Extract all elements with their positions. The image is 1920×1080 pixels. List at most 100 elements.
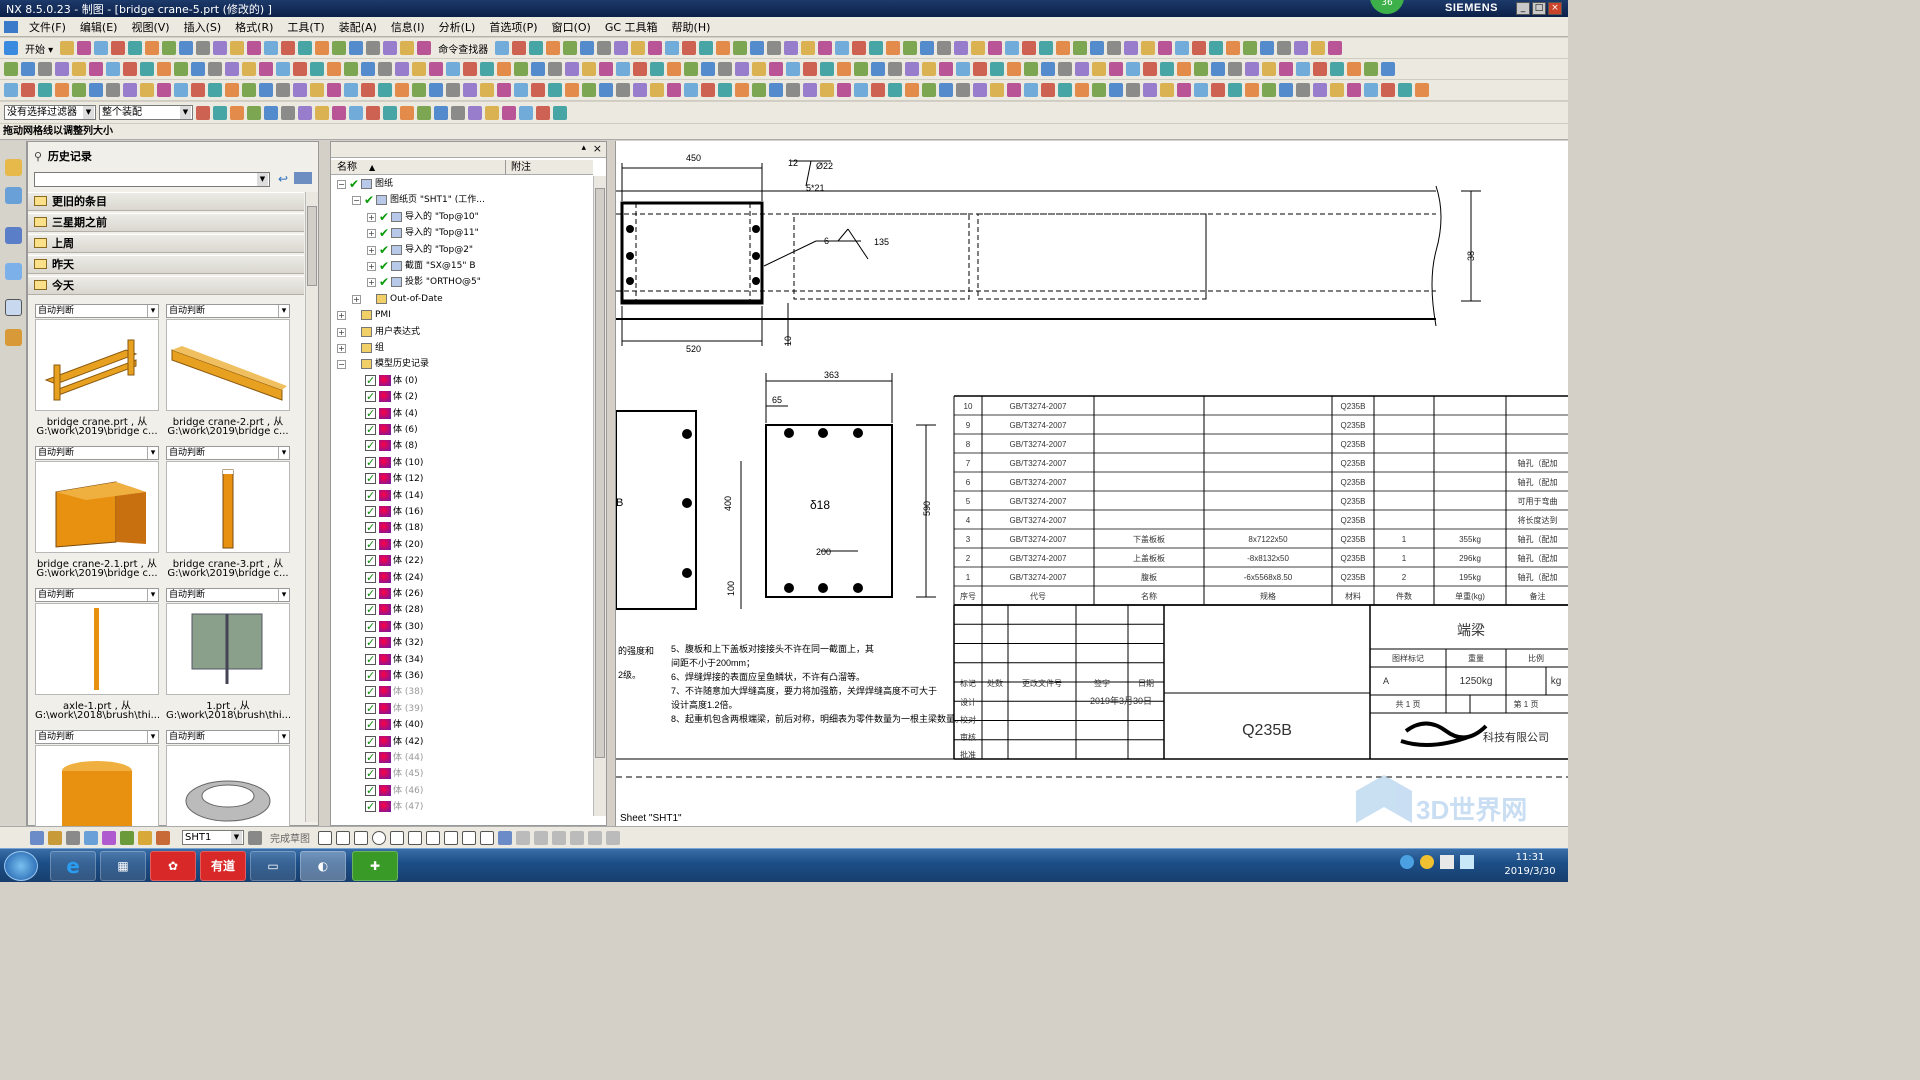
tb4-tool-16-icon[interactable] [468,105,482,120]
tb3-tool-28-icon[interactable] [480,83,494,97]
visibility-checkbox[interactable] [365,455,376,471]
circle-icon[interactable] [372,830,386,845]
constraints-icon[interactable] [606,830,620,845]
arc-icon[interactable] [354,830,368,845]
visibility-checkbox[interactable] [365,553,376,569]
tb1-tool-49-icon[interactable] [954,41,969,55]
visibility-checkbox[interactable] [365,586,376,602]
tb2-tool-28-icon[interactable] [480,62,494,76]
menu-item-11[interactable]: GC 工具箱 [598,19,665,35]
fillet-icon[interactable] [390,830,404,845]
tb3-tool-60-icon[interactable] [1024,83,1038,97]
tb2-tool-7-icon[interactable] [123,62,137,76]
tb1-tool-8-icon[interactable] [196,41,211,55]
body-node[interactable]: 体 (12) [331,471,593,487]
tb4-tool-5-icon[interactable] [281,105,295,120]
tb3-tool-17-icon[interactable] [293,83,307,97]
command-finder-button[interactable]: 命令查找器 [438,41,488,56]
tb1-tool-45-icon[interactable] [886,41,901,55]
tb3-tool-77-icon[interactable] [1313,83,1327,97]
tb2-tool-42-icon[interactable] [718,62,732,76]
menu-item-8[interactable]: 分析(L) [432,19,483,35]
visibility-checkbox[interactable] [365,422,376,438]
nx-taskbar-icon[interactable]: ◐ [300,851,346,881]
tb1-tool-52-icon[interactable] [1005,41,1020,55]
visibility-checkbox[interactable] [365,373,376,389]
tb1-tool-19-icon[interactable] [383,41,398,55]
body-node[interactable]: 体 (36) [331,668,593,684]
history-group-4[interactable]: 今天 [28,276,304,295]
green-app-icon[interactable]: ✚ [352,851,398,881]
tb1-tool-5-icon[interactable] [145,41,160,55]
tb1-tool-33-icon[interactable] [682,41,697,55]
body-node[interactable]: 体 (32) [331,635,593,651]
expand-toggle-icon[interactable]: + [367,229,376,239]
tb1-tool-55-icon[interactable] [1056,41,1071,55]
pin-icon[interactable]: ⚲ [34,150,44,163]
tb1-tool-60-icon[interactable] [1141,41,1156,55]
part-thumbnail[interactable] [35,603,159,695]
tb3-tool-26-icon[interactable] [446,83,460,97]
tb3-tool-30-icon[interactable] [514,83,528,97]
nav-node[interactable]: − ✔ 图纸页 "SHT1" (工作... [331,192,593,208]
tb2-tool-31-icon[interactable] [531,62,545,76]
body-node[interactable]: 体 (47) [331,799,593,815]
tb1-tool-59-icon[interactable] [1124,41,1139,55]
tb2-tool-64-icon[interactable] [1092,62,1106,76]
extend-icon[interactable] [534,830,548,845]
tb4-tool-0-icon[interactable] [196,105,210,120]
tb3-tool-50-icon[interactable] [854,83,868,97]
tb3-tool-16-icon[interactable] [276,83,290,97]
tb2-tool-16-icon[interactable] [276,62,290,76]
nav-node[interactable]: + 组 [331,340,593,356]
tb3-tool-65-icon[interactable] [1109,83,1123,97]
body-node[interactable]: 体 (22) [331,553,593,569]
menu-item-6[interactable]: 装配(A) [332,19,384,35]
body-node[interactable]: 体 (45) [331,766,593,782]
tb1-tool-15-icon[interactable] [315,41,330,55]
tb2-tool-22-icon[interactable] [378,62,392,76]
tb1-tool-69-icon[interactable] [1294,41,1309,55]
tb3-tool-24-icon[interactable] [412,83,426,97]
history-group-2[interactable]: 上周 [28,234,304,253]
tb2-tool-2-icon[interactable] [38,62,52,76]
nav-node[interactable]: + ✔ 导入的 "Top@11" [331,225,593,241]
part-thumbnail[interactable] [166,603,290,695]
tb1-tool-3-icon[interactable] [111,41,126,55]
tb2-tool-29-icon[interactable] [497,62,511,76]
tb4-tool-15-icon[interactable] [451,105,465,120]
reuse-library-icon[interactable] [5,227,22,244]
navigator-scrollbar[interactable] [593,176,606,816]
body-node[interactable]: 体 (42) [331,734,593,750]
sketch-icon[interactable] [30,830,44,845]
tb3-tool-43-icon[interactable] [735,83,749,97]
tb3-tool-3-icon[interactable] [55,83,69,97]
tb3-tool-64-icon[interactable] [1092,83,1106,97]
part-thumbnail[interactable] [166,745,290,837]
tb3-tool-25-icon[interactable] [429,83,443,97]
body-node[interactable]: 体 (2) [331,389,593,405]
visibility-checkbox[interactable] [365,799,376,815]
visibility-checkbox[interactable] [365,602,376,618]
tb4-tool-18-icon[interactable] [502,105,516,120]
tb1-tool-38-icon[interactable] [767,41,782,55]
body-node[interactable]: 体 (28) [331,602,593,618]
body-node[interactable]: 体 (4) [331,406,593,422]
tb3-tool-6-icon[interactable] [106,83,120,97]
tb3-tool-35-icon[interactable] [599,83,613,97]
tb4-tool-9-icon[interactable] [349,105,363,120]
tb3-tool-4-icon[interactable] [72,83,86,97]
tb4-tool-3-icon[interactable] [247,105,261,120]
nav-node[interactable]: − 模型历史记录 [331,356,593,372]
tb3-tool-10-icon[interactable] [174,83,188,97]
expand-toggle-icon[interactable]: + [367,278,376,288]
tb1-tool-64-icon[interactable] [1209,41,1224,55]
visibility-checkbox[interactable] [365,701,376,717]
notification-badge[interactable]: 36 [1370,0,1404,14]
history-card[interactable]: 自动判断bridge crane-2.prt , 从G:\work\2019\b… [166,304,290,444]
polygon-icon[interactable] [444,830,458,845]
tb3-tool-2-icon[interactable] [38,83,52,97]
maximize-button[interactable]: □ [1532,2,1546,15]
tb3-tool-29-icon[interactable] [497,83,511,97]
body-node[interactable]: 体 (8) [331,438,593,454]
